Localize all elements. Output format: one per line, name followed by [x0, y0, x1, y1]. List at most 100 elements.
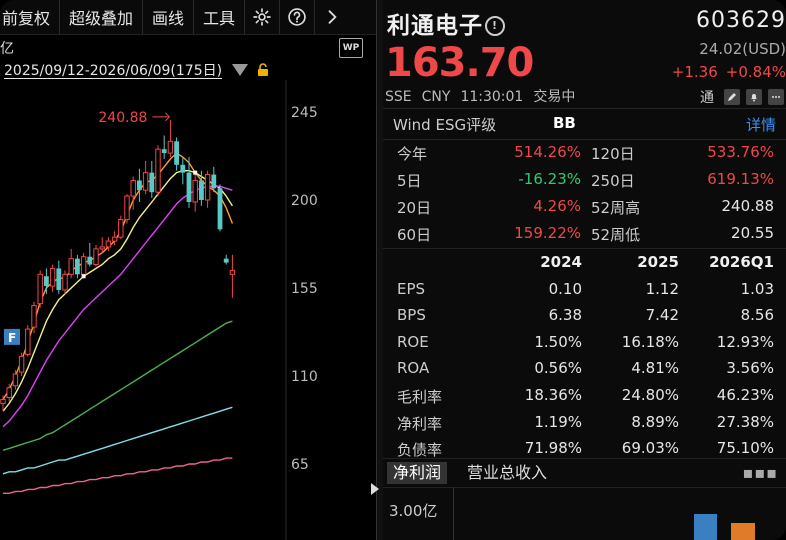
candle-body[interactable] — [87, 256, 93, 265]
fin-cell: 75.10% — [716, 439, 774, 458]
toolbar-adjust-button[interactable]: 前复权 — [0, 0, 61, 34]
fin-cell: 7.42 — [645, 306, 679, 325]
perf-period-value: 159.22% — [514, 224, 581, 242]
fin-metric-label: ROE — [397, 332, 429, 351]
performance-row: 60日 159.22% 52周低 20.55 — [383, 221, 786, 248]
bar-2024[interactable] — [694, 514, 717, 540]
y-tick-label: 155 — [291, 281, 318, 297]
chevron-right-icon[interactable] — [315, 0, 349, 34]
candle-body[interactable] — [167, 140, 174, 154]
fin-cell: 71.98% — [524, 439, 582, 458]
candle-body[interactable] — [124, 195, 130, 221]
tabs-more-icon[interactable]: ▪▪▪ — [742, 463, 778, 482]
app-window: 前复权 超级叠加 画线 工具 亿 WP 2025/09/12-2026/06/0… — [0, 0, 786, 540]
candle-body[interactable] — [62, 273, 68, 291]
candle-body[interactable] — [12, 373, 19, 387]
candle-body[interactable] — [80, 256, 87, 275]
candle-body[interactable] — [180, 164, 186, 173]
edit-icon[interactable] — [724, 89, 740, 105]
market-meta: SSE CNY 11:30:01 交易中 — [385, 86, 585, 106]
date-range-dropdown-icon[interactable] — [232, 64, 249, 76]
pane-divider[interactable] — [376, 0, 383, 540]
candle-body[interactable] — [192, 179, 198, 203]
financials-table: 2024 2025 2026Q1 EPS 0.10 1.12 1.03 BPS 6.38 7.42… — [383, 248, 786, 462]
fin-cell: 8.56 — [740, 306, 774, 325]
fin-metric-label: 净利率 — [397, 414, 443, 433]
candle-body[interactable] — [211, 174, 217, 189]
candle-body[interactable] — [44, 276, 49, 287]
last-price: 163.70 — [385, 40, 534, 86]
perf-period-label: 52周高 — [591, 199, 641, 217]
perf-period-value: 514.26% — [514, 143, 581, 161]
connect-label[interactable]: 通 — [700, 87, 714, 107]
candle-body[interactable] — [199, 180, 204, 200]
candle-body[interactable] — [18, 355, 25, 373]
candle-body[interactable] — [223, 258, 229, 263]
toolbar-overlay-button[interactable]: 超级叠加 — [60, 0, 144, 34]
bell-icon[interactable] — [746, 89, 762, 105]
financial-bar-chart: 3.00亿 — [383, 487, 786, 540]
date-range-text[interactable]: 2025/09/12-2026/06/09(175日) — [4, 60, 222, 80]
candle-body[interactable] — [75, 258, 80, 275]
lock-icon[interactable] — [256, 63, 270, 77]
bar-2025[interactable] — [731, 523, 755, 540]
candle-body[interactable] — [68, 258, 74, 275]
fin-cell: 12.93% — [716, 332, 774, 351]
candle-body[interactable] — [25, 328, 31, 355]
quote-actions: 通 — [700, 87, 784, 107]
candle-body[interactable] — [56, 268, 62, 290]
candle-body[interactable] — [111, 236, 118, 242]
price-change: +1.36 +0.84% — [672, 63, 786, 81]
fin-cell: 69.03% — [621, 439, 679, 458]
esg-detail-link[interactable]: 详情 — [746, 114, 776, 135]
candle-body[interactable] — [137, 180, 142, 191]
candle-body[interactable] — [142, 172, 149, 191]
candle-body[interactable] — [217, 188, 223, 230]
financials-row: ROE 1.50% 16.18% 12.93% — [383, 329, 786, 356]
candle-body[interactable] — [149, 172, 155, 193]
quote-time: 11:30:01 — [460, 89, 524, 105]
f-marker-label: F — [8, 331, 16, 345]
expand-arrow-icon[interactable] — [371, 483, 379, 495]
wp-badge[interactable]: WP — [339, 38, 363, 58]
candle-body[interactable] — [0, 398, 6, 404]
toolbar-draw-button[interactable]: 画线 — [143, 0, 195, 34]
perf-period-label: 20日 — [397, 199, 432, 217]
esg-label: Wind ESG评级 — [393, 116, 497, 134]
financials-row: 净利率 1.19% 8.89% 27.38% — [383, 409, 786, 436]
candle-body[interactable] — [93, 248, 99, 266]
exchange-label: SSE — [385, 89, 412, 105]
candle-body[interactable] — [6, 387, 12, 399]
toolbar-tools-button[interactable]: 工具 — [194, 0, 246, 34]
ma-line-ma20 — [2, 185, 233, 428]
quote-pane: 利通电子! 603629 163.70 24.02(USD) +1.36 +0.8… — [383, 0, 786, 540]
info-icon[interactable]: ! — [485, 16, 505, 36]
more-icon[interactable] — [768, 89, 784, 105]
candle-body[interactable] — [155, 148, 161, 193]
gear-icon[interactable] — [245, 0, 281, 34]
candle-body[interactable] — [161, 149, 167, 154]
fin-cell: 0.56% — [534, 359, 582, 378]
fin-metric-label: ROA — [397, 359, 430, 378]
change-percent: +0.84% — [725, 63, 786, 81]
perf-period-value: 20.55 — [731, 224, 774, 242]
candle-body[interactable] — [105, 240, 112, 248]
candle-body[interactable] — [49, 267, 56, 287]
tab-revenue[interactable]: 营业总收入 — [461, 462, 553, 484]
candle-body[interactable] — [118, 219, 124, 238]
signal-marker[interactable] — [81, 274, 86, 279]
candle-body[interactable] — [99, 246, 105, 250]
candlestick-chart[interactable]: 245 200 155 110 65 240.88 F — [0, 80, 376, 540]
help-icon[interactable] — [280, 0, 316, 34]
fin-metric-label: 毛利率 — [397, 387, 443, 406]
signal-marker[interactable] — [193, 170, 198, 175]
chart-pane: 前复权 超级叠加 画线 工具 亿 WP 2025/09/12-2026/06/0… — [0, 0, 376, 540]
candle-body[interactable] — [174, 141, 179, 165]
candle-body[interactable] — [37, 273, 43, 305]
candle-body[interactable] — [130, 179, 136, 197]
candle-body[interactable] — [229, 269, 236, 275]
candle-body[interactable] — [204, 174, 211, 201]
candle-body[interactable] — [186, 172, 192, 202]
tab-net-profit[interactable]: 净利润 — [387, 462, 448, 484]
candle-body[interactable] — [31, 305, 37, 328]
